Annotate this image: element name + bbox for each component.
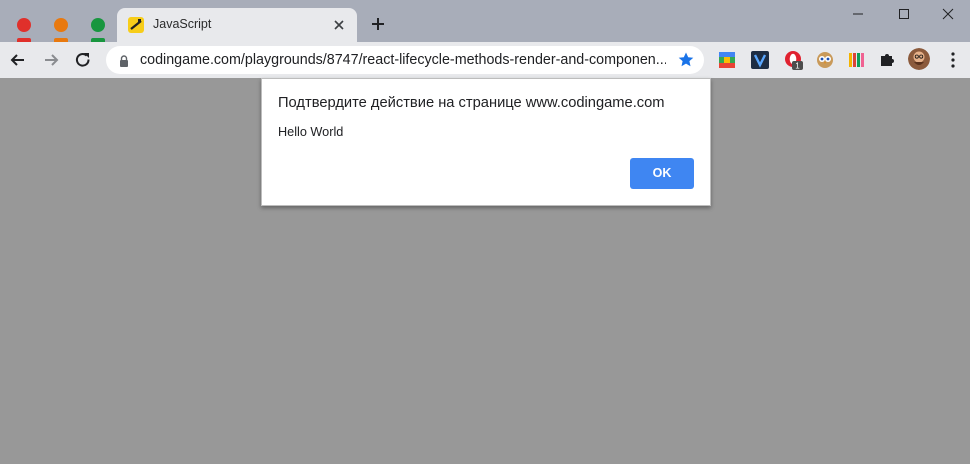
orange-dot-icon bbox=[54, 18, 68, 32]
javascript-favicon-icon bbox=[128, 17, 144, 33]
v-extension-icon[interactable] bbox=[750, 50, 770, 70]
close-tab-icon[interactable] bbox=[331, 17, 347, 33]
dialog-message: Hello World bbox=[278, 125, 344, 139]
new-tab-button[interactable] bbox=[368, 14, 388, 34]
google-apps-icon[interactable] bbox=[717, 50, 737, 70]
browser-toolbar: codingame.com/playgrounds/8747/react-lif… bbox=[0, 42, 970, 78]
color-bars-extension-icon[interactable] bbox=[847, 50, 867, 70]
opera-extension-icon[interactable]: 1 bbox=[783, 50, 803, 71]
confirm-dialog: Подтвердите действие на странице www.cod… bbox=[261, 78, 711, 206]
forward-arrow-icon[interactable] bbox=[42, 51, 60, 69]
url-text: codingame.com/playgrounds/8747/react-lif… bbox=[140, 52, 666, 68]
tab-javascript[interactable]: JavaScript bbox=[117, 8, 357, 42]
title-bar: JavaScript bbox=[0, 0, 970, 42]
ok-button[interactable]: OK bbox=[630, 158, 694, 189]
more-options-icon[interactable] bbox=[950, 51, 956, 69]
star-icon[interactable] bbox=[677, 51, 695, 69]
avatar[interactable] bbox=[908, 48, 930, 70]
extension-badge: 1 bbox=[795, 62, 800, 71]
tab-title: JavaScript bbox=[153, 17, 212, 31]
maximize-icon[interactable] bbox=[897, 7, 911, 21]
address-bar[interactable]: codingame.com/playgrounds/8747/react-lif… bbox=[106, 46, 704, 74]
reload-icon[interactable] bbox=[74, 51, 92, 69]
green-dot-icon bbox=[91, 18, 105, 32]
lock-icon bbox=[118, 54, 130, 67]
back-arrow-icon[interactable] bbox=[9, 51, 27, 69]
dialog-title: Подтвердите действие на странице www.cod… bbox=[278, 95, 665, 111]
puzzle-icon[interactable] bbox=[877, 50, 897, 70]
minimize-icon[interactable] bbox=[851, 7, 865, 21]
close-icon[interactable] bbox=[941, 7, 955, 21]
owl-extension-icon[interactable] bbox=[815, 50, 835, 70]
red-dot-icon bbox=[17, 18, 31, 32]
